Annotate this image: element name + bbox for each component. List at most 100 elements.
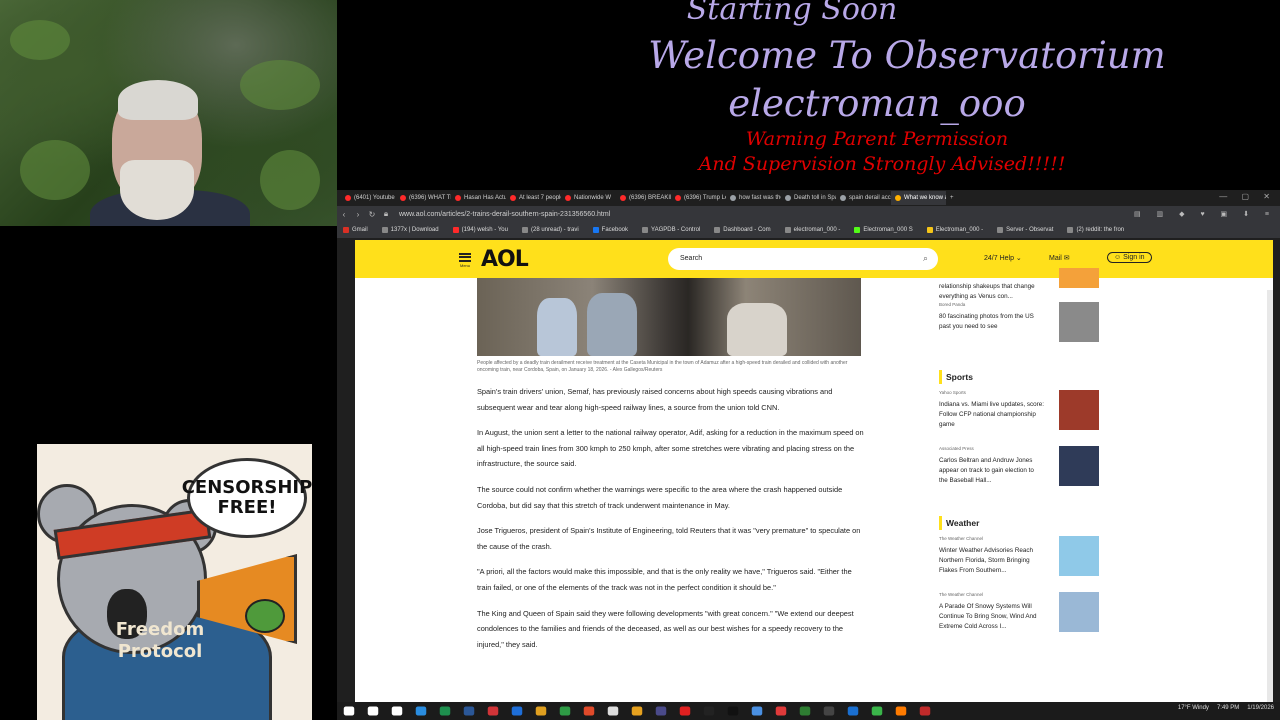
system-tray[interactable]: 17°F Windy 7:49 PM 1/19/2026 <box>1178 705 1274 711</box>
taskbar-app-icon[interactable] <box>847 706 859 716</box>
sidebar-story[interactable]: Bored Panda 80 fascinating photos from th… <box>939 302 1099 370</box>
webcam-feed <box>0 0 337 226</box>
taskbar-app-icon[interactable] <box>823 706 835 716</box>
bookmark-item[interactable]: Facebook <box>592 227 628 233</box>
koala-sticker: CENSORSHIP FREE! Freedom Protocol <box>37 444 312 720</box>
story-thumbnail[interactable] <box>1059 536 1099 576</box>
taskbar-app-icon[interactable] <box>751 706 763 716</box>
story-thumbnail[interactable] <box>1059 592 1099 632</box>
taskbar-app-icon[interactable] <box>439 706 451 716</box>
bookmark-icon <box>784 227 791 233</box>
taskbar-app-icon[interactable] <box>511 706 523 716</box>
taskbar-app-icon[interactable] <box>679 706 691 716</box>
story-title[interactable]: 80 fascinating photos from the US past y… <box>939 312 1044 332</box>
story-title[interactable]: Winter Weather Advisories Reach Northern… <box>939 546 1044 576</box>
bookmark-icon <box>714 227 721 233</box>
taskbar-app-icon[interactable] <box>391 706 403 716</box>
story-thumbnail[interactable] <box>1059 268 1099 288</box>
bookmark-item[interactable]: Dashboard - Com <box>714 227 771 233</box>
date[interactable]: 1/19/2026 <box>1247 705 1274 711</box>
taskbar-app-icon[interactable] <box>895 706 907 716</box>
taskbar-app-icon[interactable] <box>655 706 667 716</box>
taskbar-app-icon[interactable] <box>871 706 883 716</box>
bookmark-item[interactable]: Electroman_000 S <box>854 227 913 233</box>
taskbar-app-icon[interactable] <box>463 706 475 716</box>
bookmark-label: 1377x | Download <box>390 227 439 233</box>
browser-tab[interactable]: Nationwide W <box>561 191 616 205</box>
hoodie-text: Freedom Protocol <box>115 619 205 662</box>
reload-icon[interactable]: ↻ <box>365 210 379 219</box>
taskbar-app-icon[interactable] <box>367 706 379 716</box>
browser-tab[interactable]: spain derail acc <box>836 191 891 205</box>
browser-tab[interactable]: Death toll in Spa <box>781 191 836 205</box>
weather-status[interactable]: 17°F Windy <box>1178 705 1209 711</box>
sidebar-story[interactable]: Associated Press Carlos Beltran and Andru… <box>939 446 1099 502</box>
url-input[interactable]: www.aol.com/articles/2-trains-derail-sou… <box>399 211 1134 218</box>
story-thumbnail[interactable] <box>1059 446 1099 486</box>
browser-tab[interactable]: how fast was the <box>726 191 781 205</box>
bookmark-item[interactable]: (194) welsh - You <box>452 227 508 233</box>
section-heading[interactable]: Sports <box>939 370 1099 384</box>
signin-button[interactable]: ☺ Sign in <box>1107 252 1152 263</box>
browser-tab[interactable]: (6396) BREAKING <box>616 191 671 205</box>
browser-tab[interactable]: At least 7 people <box>506 191 561 205</box>
taskbar-app-icon[interactable] <box>703 706 715 716</box>
tab-label: What we know about the <box>904 195 946 201</box>
toolbar-icons[interactable]: ▤ ▥ ◆ ♥ ▣ ⬇ ≡ <box>1134 210 1280 218</box>
browser-tab[interactable]: (6396) Trump Le <box>671 191 726 205</box>
sidebar-story[interactable]: Yahoo Sports Indiana vs. Miami live updat… <box>939 390 1099 446</box>
story-thumbnail[interactable] <box>1059 302 1099 342</box>
sidebar-story[interactable]: The Weather Channel Winter Weather Adviso… <box>939 536 1099 592</box>
aol-header: Menu AOL Search ⌕ 24/7 Help ⌄ Mail ✉ ☺ S… <box>355 240 1273 278</box>
bookmark-item[interactable]: YAGPDB - Control <box>642 227 700 233</box>
back-icon[interactable]: ‹ <box>337 210 351 219</box>
forward-icon[interactable]: › <box>351 210 365 219</box>
browser-tab[interactable]: (6396) WHAT TH <box>396 191 451 205</box>
taskbar-app-icon[interactable] <box>415 706 427 716</box>
aol-logo[interactable]: AOL <box>481 247 529 272</box>
taskbar-app-icon[interactable] <box>607 706 619 716</box>
foliage <box>240 60 320 110</box>
browser-tab[interactable]: Hasan Has Actual <box>451 191 506 205</box>
lock-icon[interactable]: 🔒︎ <box>379 209 393 219</box>
story-title[interactable]: Carlos Beltran and Andruw Jones appear o… <box>939 456 1044 486</box>
mail-link[interactable]: Mail ✉ <box>1049 254 1070 262</box>
story-title[interactable]: relationship shakeups that change everyt… <box>939 282 1044 302</box>
taskbar-app-icon[interactable] <box>919 706 931 716</box>
story-title[interactable]: Indiana vs. Miami live updates, score: F… <box>939 400 1044 430</box>
sidebar-story[interactable]: The Weather Channel A Parade Of Snowy Sys… <box>939 592 1099 648</box>
taskbar-app-icon[interactable] <box>535 706 547 716</box>
page-scrollbar[interactable] <box>1267 290 1273 702</box>
browser-tab[interactable]: What we know about the <box>891 191 946 205</box>
taskbar-app-icon[interactable] <box>631 706 643 716</box>
taskbar-app-icon[interactable] <box>487 706 499 716</box>
time[interactable]: 7:49 PM <box>1217 705 1239 711</box>
bookmark-item[interactable]: (28 unread) - travi <box>521 227 579 233</box>
taskbar-app-icon[interactable] <box>583 706 595 716</box>
story-title[interactable]: A Parade Of Snowy Systems Will Continue … <box>939 602 1044 632</box>
tab-favicon-icon <box>345 195 351 201</box>
story-thumbnail[interactable] <box>1059 390 1099 430</box>
bookmark-item[interactable]: Server - Observat <box>997 227 1053 233</box>
tab-favicon-icon <box>730 195 736 201</box>
taskbar-app-icon[interactable] <box>559 706 571 716</box>
sidebar-story[interactable]: relationship shakeups that change everyt… <box>939 268 1099 302</box>
browser-tab[interactable]: (6401) Youtube <box>341 191 396 205</box>
help-link[interactable]: 24/7 Help ⌄ <box>984 254 1022 262</box>
bookmark-item[interactable]: Electroman_000 - <box>926 227 983 233</box>
bookmark-label: electroman_000 - <box>793 227 841 233</box>
search-icon[interactable]: ⌕ <box>923 253 928 264</box>
section-heading[interactable]: Weather <box>939 516 1099 530</box>
taskbar-app-icon[interactable] <box>343 706 355 716</box>
bookmark-item[interactable]: electroman_000 - <box>784 227 841 233</box>
taskbar-app-icon[interactable] <box>799 706 811 716</box>
taskbar-app-icon[interactable] <box>727 706 739 716</box>
taskbar-app-icon[interactable] <box>775 706 787 716</box>
new-tab-button[interactable]: + <box>946 191 960 205</box>
bookmark-item[interactable]: 1377x | Download <box>381 227 439 233</box>
bookmark-item[interactable]: (2) reddit: the fron <box>1067 227 1124 233</box>
search-input[interactable]: Search ⌕ <box>668 248 938 270</box>
menu-icon[interactable]: Menu <box>459 251 471 269</box>
bookmark-item[interactable]: Gmail <box>343 227 368 233</box>
window-controls[interactable]: — ▢ ✕ <box>1219 192 1276 201</box>
